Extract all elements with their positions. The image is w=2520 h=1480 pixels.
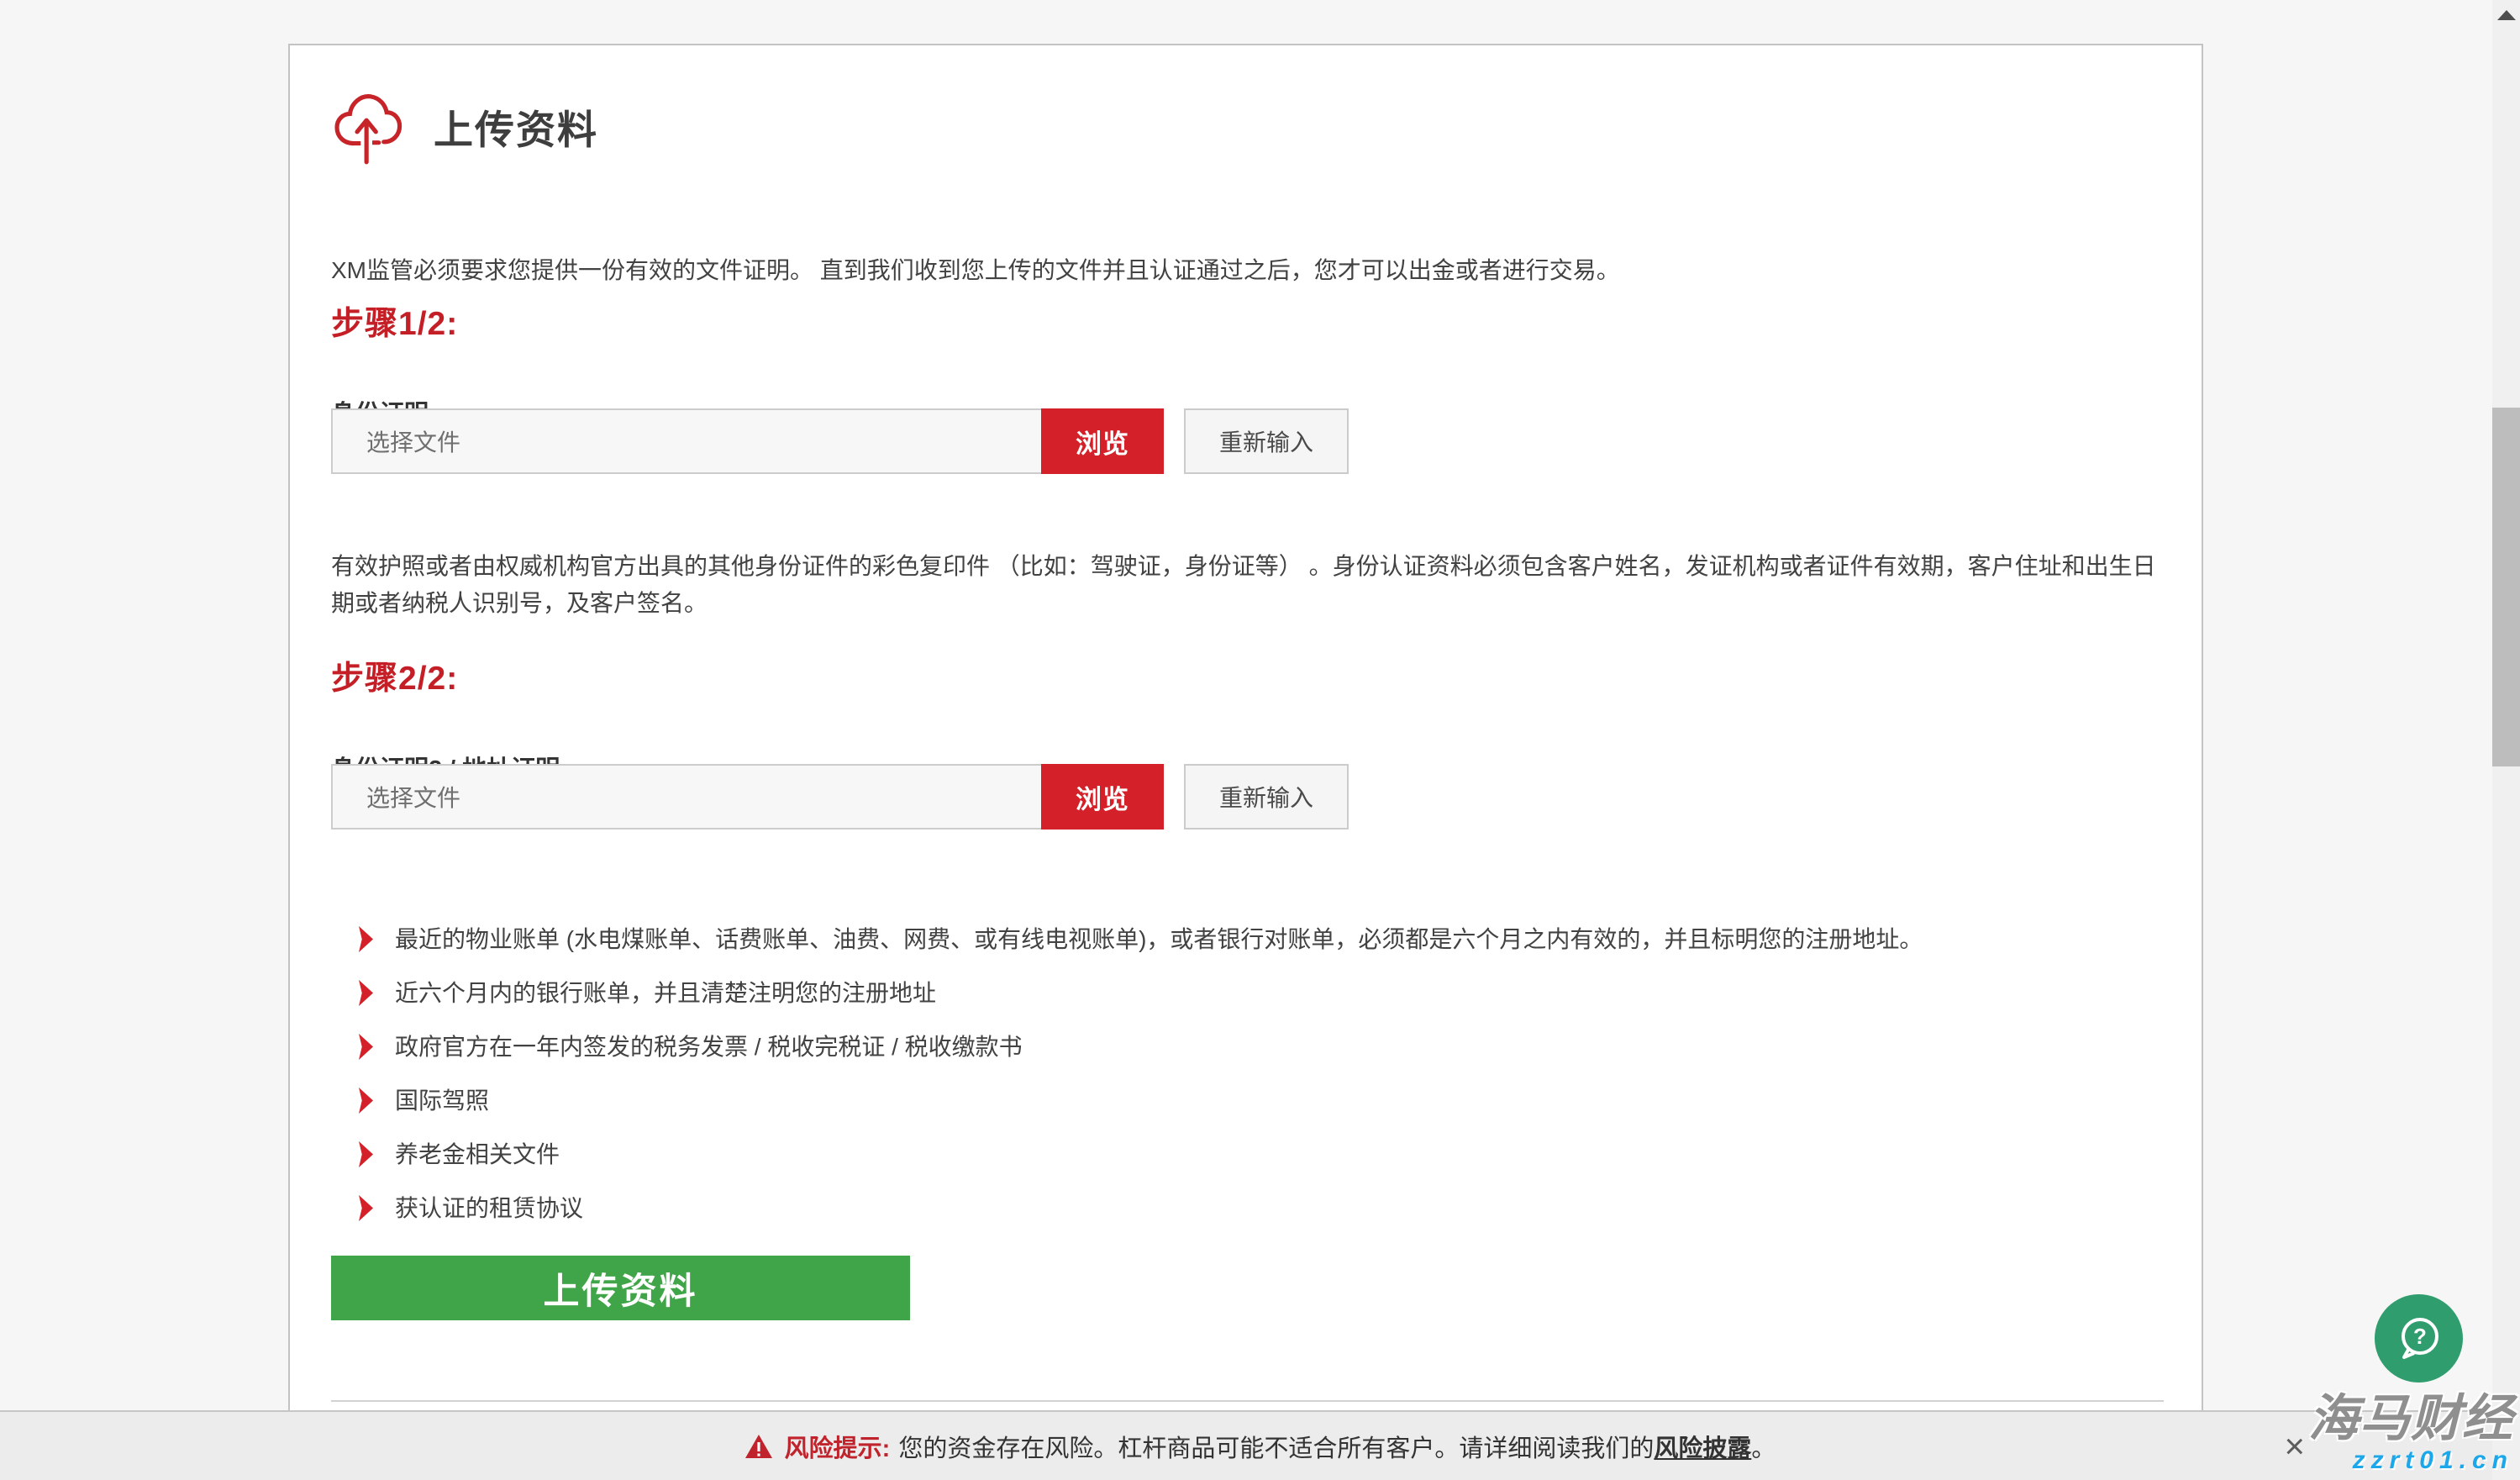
list-item: 养老金相关文件 <box>359 1141 1923 1167</box>
risk-warning-bar: 风险提示: 您的资金存在风险。杠杆商品可能不适合所有客户。请详细阅读我们的 风险… <box>0 1410 2520 1480</box>
bullet-arrow-icon <box>359 1088 373 1114</box>
accepted-documents-list: 最近的物业账单 (水电煤账单、话费账单、油费、网费、或有线电视账单)，或者银行对… <box>359 926 1923 1249</box>
risk-warning-content: 风险提示: 您的资金存在风险。杠杆商品可能不适合所有客户。请详细阅读我们的 风险… <box>744 1429 1776 1464</box>
reset-button-address[interactable]: 重新输入 <box>1184 764 1349 830</box>
svg-text:?: ? <box>2413 1324 2427 1349</box>
page-title: 上传资料 <box>434 97 598 155</box>
risk-disclosure-link[interactable]: 风险披露 <box>1654 1429 1751 1464</box>
list-item: 政府官方在一年内签发的税务发票 / 税收完税证 / 税收缴款书 <box>359 1034 1923 1060</box>
list-item-text: 近六个月内的银行账单，并且清楚注明您的注册地址 <box>395 980 936 1006</box>
risk-text: 您的资金存在风险。杠杆商品可能不适合所有客户。请详细阅读我们的 <box>898 1429 1654 1464</box>
step-2-heading: 步骤2/2: <box>331 652 458 699</box>
file-input-identity[interactable]: 选择文件 <box>331 408 1041 474</box>
bullet-arrow-icon <box>359 1195 373 1221</box>
card-divider <box>331 1400 2164 1402</box>
reset-button-identity[interactable]: 重新输入 <box>1184 408 1349 474</box>
warning-triangle-icon <box>744 1434 773 1459</box>
step-1-heading: 步骤1/2: <box>331 298 458 345</box>
bullet-arrow-icon <box>359 1034 373 1060</box>
risk-suffix: 。 <box>1751 1429 1776 1464</box>
page-header: 上传资料 <box>331 86 598 166</box>
browse-button-identity[interactable]: 浏览 <box>1041 408 1164 474</box>
list-item-text: 养老金相关文件 <box>395 1141 560 1167</box>
browse-button-address[interactable]: 浏览 <box>1041 764 1164 830</box>
intro-text: XM监管必须要求您提供一份有效的文件证明。 直到我们收到您上传的文件并且认证通过… <box>331 254 2163 287</box>
vertical-scrollbar[interactable] <box>2492 0 2520 1480</box>
list-item-text: 最近的物业账单 (水电煤账单、话费账单、油费、网费、或有线电视账单)，或者银行对… <box>395 926 1923 952</box>
bullet-arrow-icon <box>359 926 373 952</box>
risk-prefix: 风险提示: <box>785 1429 891 1464</box>
identity-proof-description: 有效护照或者由权威机构官方出具的其他身份证件的彩色复印件 （比如：驾驶证，身份证… <box>331 548 2167 622</box>
close-icon[interactable]: × <box>2284 1429 2305 1464</box>
upload-card: 上传资料 XM监管必须要求您提供一份有效的文件证明。 直到我们收到您上传的文件并… <box>288 44 2203 1480</box>
list-item-text: 政府官方在一年内签发的税务发票 / 税收完税证 / 税收缴款书 <box>395 1034 1023 1060</box>
file-row-identity: 选择文件 浏览 重新输入 <box>331 408 1349 474</box>
upload-cloud-icon <box>331 86 403 166</box>
chat-question-icon: ? <box>2393 1313 2445 1365</box>
list-item: 近六个月内的银行账单，并且清楚注明您的注册地址 <box>359 980 1923 1006</box>
file-row-address: 选择文件 浏览 重新输入 <box>331 764 1349 830</box>
file-input-address[interactable]: 选择文件 <box>331 764 1041 830</box>
upload-submit-button[interactable]: 上传资料 <box>331 1256 910 1320</box>
page-viewport: 上传资料 XM监管必须要求您提供一份有效的文件证明。 直到我们收到您上传的文件并… <box>0 0 2520 1480</box>
chat-help-button[interactable]: ? <box>2375 1294 2463 1383</box>
list-item: 国际驾照 <box>359 1088 1923 1114</box>
scroll-up-arrow-icon[interactable] <box>2497 10 2516 20</box>
list-item: 最近的物业账单 (水电煤账单、话费账单、油费、网费、或有线电视账单)，或者银行对… <box>359 926 1923 952</box>
scrollbar-thumb[interactable] <box>2492 408 2520 766</box>
list-item-text: 获认证的租赁协议 <box>395 1195 583 1221</box>
bullet-arrow-icon <box>359 1141 373 1167</box>
bullet-arrow-icon <box>359 980 373 1006</box>
list-item: 获认证的租赁协议 <box>359 1195 1923 1221</box>
list-item-text: 国际驾照 <box>395 1088 489 1114</box>
